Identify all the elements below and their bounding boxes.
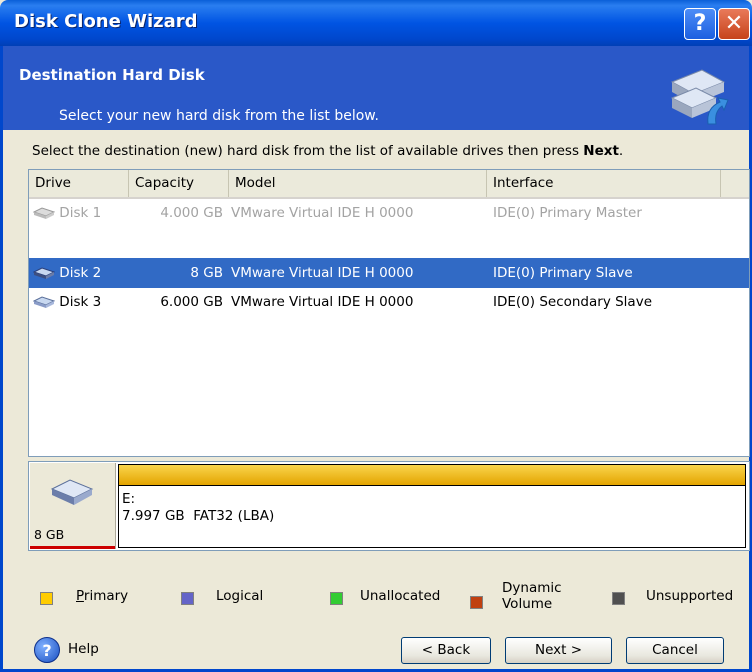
drive-name: Disk 3 xyxy=(59,294,102,310)
help-title-button[interactable]: ? xyxy=(684,8,716,40)
legend-unsupported: Unsupported xyxy=(646,588,734,604)
hard-disk-icon xyxy=(33,207,55,219)
wizard-header: Destination Hard Disk Select your new ha… xyxy=(0,46,752,130)
drive-model: VMware Virtual IDE H 0000 xyxy=(231,205,414,221)
partition-letter: E: xyxy=(122,491,136,507)
list-header: Drive Capacity Model Interface xyxy=(29,170,749,199)
drive-capacity: 6.000 GB xyxy=(160,294,223,310)
partition-bar xyxy=(119,465,745,486)
unsupported-swatch xyxy=(612,592,625,605)
step-subtitle: Select your new hard disk from the list … xyxy=(59,108,379,124)
primary-swatch xyxy=(40,592,53,605)
disk-clone-icon xyxy=(670,69,729,125)
drive-interface: IDE(0) Secondary Slave xyxy=(493,294,652,310)
legend-logical: Logical xyxy=(216,588,264,604)
disk-selected-indicator xyxy=(30,546,115,549)
legend-dynamic-volume: Dynamic Volume xyxy=(502,580,562,612)
column-drive[interactable]: Drive xyxy=(29,170,129,197)
instruction-text: Select the destination (new) hard disk f… xyxy=(32,143,624,159)
disk-row[interactable]: Disk 1 4.000 GB VMware Virtual IDE H 000… xyxy=(29,199,749,227)
drive-model: VMware Virtual IDE H 0000 xyxy=(231,294,414,310)
partition-detail: 7.997 GB FAT32 (LBA) xyxy=(122,508,275,524)
disk-row[interactable]: Disk 2 8 GB VMware Virtual IDE H 0000 ID… xyxy=(29,258,749,288)
drive-name: Disk 1 xyxy=(59,205,102,221)
hard-disk-icon xyxy=(33,267,55,279)
next-button[interactable]: Next > xyxy=(505,637,612,664)
column-model[interactable]: Model xyxy=(229,170,487,197)
drive-name: Disk 2 xyxy=(59,265,102,281)
close-button[interactable]: ✕ xyxy=(718,8,750,40)
disk-layout-panel: 8 GB E: 7.997 GB FAT32 (LBA) xyxy=(28,461,750,551)
help-icon[interactable]: ? xyxy=(34,637,60,663)
title-bar: Disk Clone Wizard ? ✕ xyxy=(0,0,752,46)
drive-interface: IDE(0) Primary Slave xyxy=(493,265,633,281)
disk-row[interactable]: Disk 3 6.000 GB VMware Virtual IDE H 000… xyxy=(29,288,749,316)
logical-swatch xyxy=(181,592,194,605)
dynamic-volume-swatch xyxy=(470,596,483,609)
legend-unallocated: Unallocated xyxy=(360,588,441,604)
disk-list[interactable]: Drive Capacity Model Interface Disk 1 4.… xyxy=(28,169,750,457)
cancel-button[interactable]: Cancel xyxy=(626,637,724,664)
drive-model: VMware Virtual IDE H 0000 xyxy=(231,265,414,281)
disk-summary: 8 GB xyxy=(30,463,116,549)
hard-disk-icon xyxy=(33,296,55,308)
partition-block[interactable]: E: 7.997 GB FAT32 (LBA) xyxy=(118,464,746,548)
step-title: Destination Hard Disk xyxy=(19,66,205,84)
drive-capacity: 8 GB xyxy=(190,265,223,281)
window-title: Disk Clone Wizard xyxy=(14,11,198,32)
drive-capacity: 4.000 GB xyxy=(160,205,223,221)
disk-size: 8 GB xyxy=(34,527,65,542)
unallocated-swatch xyxy=(330,592,343,605)
column-interface[interactable]: Interface xyxy=(487,170,721,197)
legend-primary: Primary xyxy=(76,588,129,604)
back-button[interactable]: < Back xyxy=(401,637,491,664)
column-capacity[interactable]: Capacity xyxy=(129,170,229,197)
help-link[interactable]: Help xyxy=(68,641,99,657)
hard-disk-icon xyxy=(50,479,94,505)
drive-interface: IDE(0) Primary Master xyxy=(493,205,642,221)
